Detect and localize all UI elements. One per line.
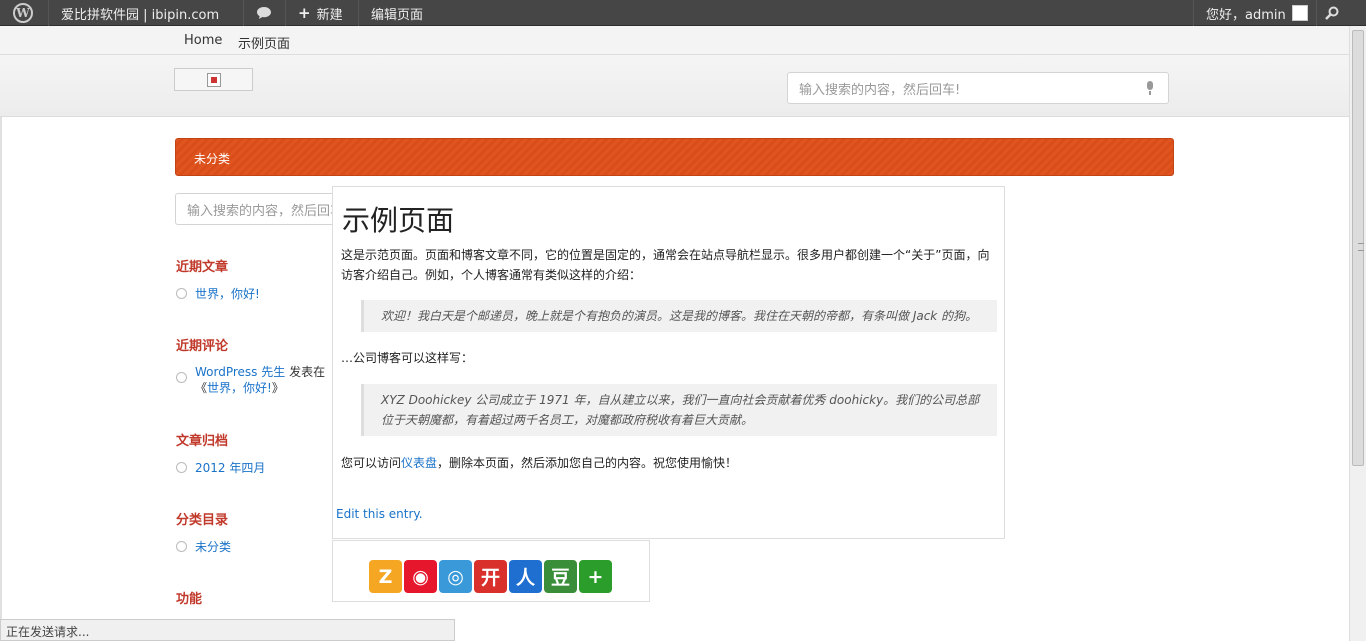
comment-author-link[interactable]: WordPress 先生 <box>195 365 285 379</box>
list-item: 世界，你好! <box>176 285 260 302</box>
outro-paragraph: 您可以访问仪表盘，删除本页面，然后添加您自己的内容。祝您使用愉快！ <box>341 454 737 471</box>
avatar <box>1291 5 1308 21</box>
site-name-link[interactable]: 爱比拼软件园 | ibipin.com <box>61 0 219 26</box>
archive-link[interactable]: 2012 年四月 <box>195 459 265 476</box>
outro-text: ，删除本页面，然后添加您自己的内容。祝您使用愉快！ <box>437 456 738 470</box>
kaixin-share-button[interactable]: 开 <box>474 560 507 593</box>
new-content-button[interactable]: + 新建 <box>298 0 343 26</box>
nav-item-home[interactable]: Home <box>184 33 222 48</box>
qzone-icon: Z <box>378 565 393 588</box>
scrollbar-thumb[interactable] <box>1352 30 1364 466</box>
sidebar-search-placeholder: 输入搜索的内容，然后回车! <box>187 203 349 219</box>
page-article: 示例页面 这是示范页面。页面和博客文章不同，它的位置是固定的，通常会在站点导航栏… <box>332 186 1005 539</box>
douban-icon: 豆 <box>550 567 570 589</box>
admin-bar: W 爱比拼软件园 | ibipin.com + 新建 编辑页面 您好，admin <box>0 0 1366 26</box>
new-label: 新建 <box>316 7 343 23</box>
bullet-icon <box>176 541 187 552</box>
bullet-icon <box>176 462 187 473</box>
comments-button[interactable] <box>256 0 272 26</box>
open-quote: 《 <box>195 381 208 395</box>
nav-item-sample-page[interactable]: 示例页面 <box>238 33 290 52</box>
categories-title: 分类目录 <box>176 513 229 528</box>
greeting-text: 您好，admin <box>1206 7 1286 23</box>
category-list-link[interactable]: 未分类 <box>195 538 231 555</box>
more-share-icon: + <box>587 565 604 588</box>
dashboard-link[interactable]: 仪表盘 <box>401 456 437 470</box>
search-icon <box>1325 6 1339 20</box>
qzone-share-button[interactable]: Z <box>369 560 402 593</box>
header-search-input[interactable]: 输入搜索的内容，然后回车! <box>787 72 1169 104</box>
top-navigation: Home 示例页面 <box>0 26 1349 55</box>
edit-entry-link[interactable]: Edit this entry. <box>336 507 423 521</box>
recent-post-link[interactable]: 世界，你好! <box>195 285 260 302</box>
scrollbar-grip-icon <box>1358 243 1364 251</box>
browser-status-bar: 正在发送请求... <box>0 619 455 641</box>
vertical-scrollbar[interactable] <box>1349 26 1366 641</box>
category-link[interactable]: 未分类 <box>194 150 230 167</box>
separator <box>48 0 49 26</box>
separator <box>358 0 359 26</box>
bullet-icon <box>176 372 187 383</box>
archives-title: 文章归档 <box>176 434 229 449</box>
separator <box>243 0 244 26</box>
share-box: Z ◉ ◎ 开 人 豆 + <box>332 540 650 602</box>
edit-page-link[interactable]: 编辑页面 <box>371 0 423 26</box>
separator <box>1316 0 1317 26</box>
page-title: 示例页面 <box>342 204 455 237</box>
outro-text: 您可以访问 <box>341 456 402 470</box>
comment-bubble-icon <box>257 7 271 19</box>
my-account-menu[interactable]: 您好，admin <box>1206 0 1308 26</box>
tencent-weibo-share-button[interactable]: ◎ <box>439 560 472 593</box>
microphone-icon[interactable] <box>1146 81 1154 95</box>
renren-share-button[interactable]: 人 <box>509 560 542 593</box>
wordpress-logo-button[interactable]: W <box>13 0 33 26</box>
intro-paragraph: 这是示范页面。页面和博客文章不同，它的位置是固定的，通常会在站点导航栏显示。很多… <box>341 248 990 282</box>
separator <box>1193 0 1194 26</box>
renren-icon: 人 <box>515 567 535 589</box>
kaixin-icon: 开 <box>480 567 500 589</box>
broken-image-icon <box>206 72 221 87</box>
admin-search-button[interactable] <box>1325 0 1339 26</box>
wordpress-logo-icon: W <box>13 3 33 23</box>
list-item: 2012 年四月 <box>176 459 265 476</box>
header-search-placeholder: 输入搜索的内容，然后回车! <box>799 82 961 98</box>
blockquote: 欢迎！我白天是个邮递员，晚上就是个有抱负的演员。这是我的博客。我住在天朝的帝都，… <box>361 300 997 332</box>
tencent-weibo-icon: ◎ <box>447 565 464 588</box>
list-item: 未分类 <box>176 538 231 555</box>
separator <box>285 0 286 26</box>
weibo-icon: ◉ <box>412 565 429 588</box>
site-logo[interactable] <box>174 68 253 91</box>
middle-paragraph: …公司博客可以这样写： <box>341 351 474 365</box>
comment-post-link[interactable]: 世界，你好! <box>207 381 272 395</box>
more-share-button[interactable]: + <box>579 560 612 593</box>
site-header: 输入搜索的内容，然后回车! <box>0 55 1349 117</box>
meta-title: 功能 <box>176 592 203 607</box>
recent-comments-title: 近期评论 <box>176 339 229 354</box>
close-quote: 》 <box>271 381 284 395</box>
comment-on-text: 发表在 <box>289 365 326 379</box>
category-bar: 未分类 <box>175 138 1174 176</box>
plus-icon: + <box>298 4 311 22</box>
blockquote: XYZ Doohickey 公司成立于 1971 年，自从建立以来，我们一直向社… <box>361 384 997 436</box>
bullet-icon <box>176 288 187 299</box>
recent-posts-title: 近期文章 <box>176 260 229 275</box>
list-item: WordPress 先生 发表在 《世界，你好!》 <box>176 364 326 396</box>
douban-share-button[interactable]: 豆 <box>544 560 577 593</box>
weibo-share-button[interactable]: ◉ <box>404 560 437 593</box>
